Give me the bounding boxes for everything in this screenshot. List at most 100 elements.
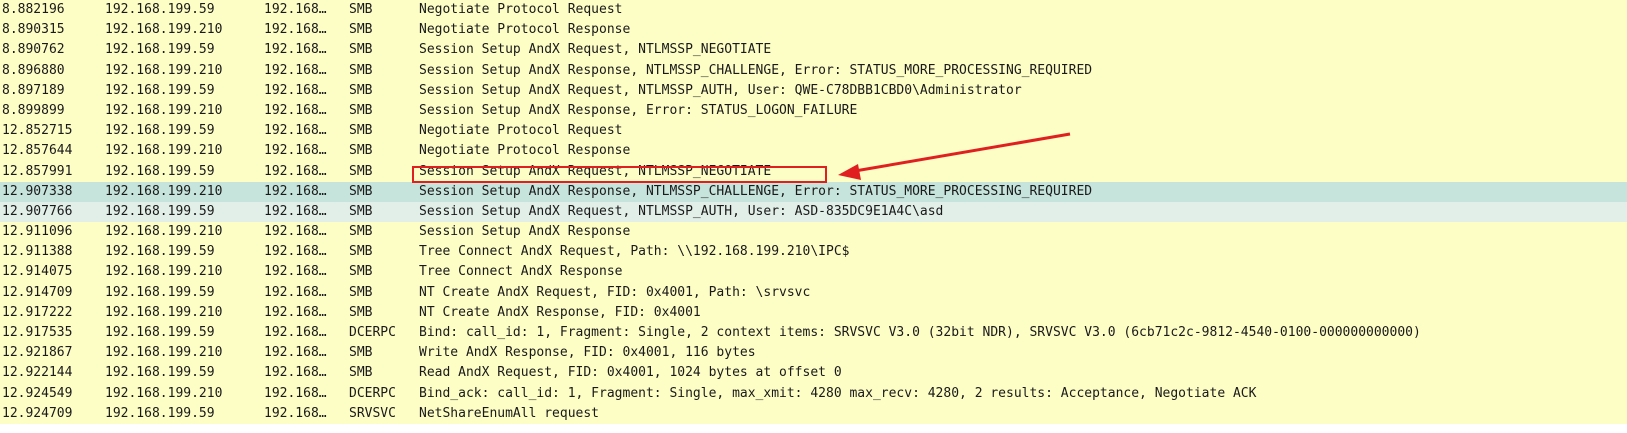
packet-info: Read AndX Request, FID: 0x4001, 1024 byt… — [419, 365, 842, 381]
packet-source: 192.168.199.59 — [105, 123, 215, 139]
packet-list: 8.882196 192.168.199.59 192.168… SMB Negotia… — [0, 0, 1627, 433]
packet-source: 192.168.199.59 — [105, 2, 215, 17]
packet-row[interactable]: 12.857991 192.168.199.59 192.168… SMB Sessio… — [0, 161, 1627, 182]
packet-row[interactable]: 12.907766 192.168.199.59 192.168… SMB Sessio… — [0, 201, 1627, 223]
packet-info: Session Setup AndX Response, NTLMSSP_CHA… — [419, 62, 1093, 78]
packet-time: 8.890762 — [2, 42, 65, 58]
packet-destination: 192.168… — [264, 203, 327, 219]
packet-info: Bind_ack: call_id: 1, Fragment: Single, … — [419, 385, 1257, 401]
packet-protocol: SMB — [349, 2, 373, 17]
packet-info: NT Create AndX Response, FID: 0x4001 — [419, 304, 701, 320]
packet-time: 8.882196 — [2, 2, 65, 17]
packet-row[interactable]: 8.890315 192.168.199.210 192.168… SMB Negoti… — [0, 20, 1627, 41]
packet-time: 8.899899 — [2, 102, 65, 118]
packet-protocol: SRVSVC — [349, 405, 396, 421]
packet-time: 12.911096 — [2, 224, 73, 240]
packet-row[interactable]: 12.924549 192.168.199.210 192.168… DCERPC Bi… — [0, 383, 1627, 404]
packet-row[interactable]: 12.852715 192.168.199.59 192.168… SMB Negoti… — [0, 121, 1627, 142]
packet-source: 192.168.199.59 — [105, 163, 215, 179]
packet-destination: 192.168… — [264, 304, 327, 320]
packet-row[interactable]: 8.882196 192.168.199.59 192.168… SMB Negotia… — [0, 0, 1627, 21]
packet-info: Negotiate Protocol Request — [419, 2, 623, 17]
packet-row[interactable]: 12.911096 192.168.199.210 192.168… SMB Sessi… — [0, 222, 1627, 243]
packet-row[interactable]: 8.897189 192.168.199.59 192.168… SMB Session… — [0, 80, 1627, 101]
packet-protocol: DCERPC — [349, 325, 396, 340]
packet-time: 12.852715 — [2, 123, 73, 139]
packet-protocol: SMB — [349, 345, 373, 361]
packet-info: Session Setup AndX Request, NTLMSSP_NEGO… — [419, 163, 772, 179]
packet-time: 12.917222 — [2, 304, 73, 320]
packet-source: 192.168.199.210 — [105, 102, 223, 118]
packet-row[interactable]: 12.907338 192.168.199.210 192.168… SMB Sessi… — [0, 181, 1627, 202]
packet-time: 8.896880 — [2, 62, 65, 78]
packet-row[interactable]: 12.914075 192.168.199.210 192.168… SMB Tree … — [0, 262, 1627, 283]
packet-info: Session Setup AndX Response, Error: STAT… — [419, 102, 858, 118]
packet-destination: 192.168… — [264, 365, 327, 381]
packet-time: 12.917535 — [2, 325, 73, 340]
packet-source: 192.168.199.210 — [105, 264, 223, 280]
packet-destination: 192.168… — [264, 42, 327, 58]
packet-protocol: SMB — [349, 224, 373, 240]
packet-info: Tree Connect AndX Request, Path: \\192.1… — [419, 244, 850, 260]
packet-protocol: SMB — [349, 365, 373, 381]
packet-row[interactable]: 12.857644 192.168.199.210 192.168… SMB Negot… — [0, 141, 1627, 162]
packet-info: Negotiate Protocol Response — [419, 22, 631, 38]
packet-source: 192.168.199.59 — [105, 244, 215, 260]
packet-row[interactable]: 8.899899 192.168.199.210 192.168… SMB Sessio… — [0, 100, 1627, 122]
packet-row[interactable]: 8.896880 192.168.199.210 192.168… SMB Sessio… — [0, 60, 1627, 81]
packet-time: 12.914709 — [2, 284, 73, 300]
packet-source: 192.168.199.210 — [105, 62, 223, 78]
packet-protocol: SMB — [349, 143, 373, 159]
packet-info: Negotiate Protocol Request — [419, 123, 623, 139]
packet-row[interactable]: 12.922144 192.168.199.59 192.168… SMB Read A… — [0, 363, 1627, 384]
packet-source: 192.168.199.210 — [105, 385, 223, 401]
packet-row[interactable]: 12.924709 192.168.199.59 192.168… SRVSVC Net… — [0, 403, 1627, 424]
packet-row[interactable]: 12.917535 192.168.199.59 192.168… DCERPC Bin… — [0, 323, 1627, 344]
packet-time: 12.857991 — [2, 163, 73, 179]
packet-source: 192.168.199.210 — [105, 345, 223, 361]
packet-info: Bind: call_id: 1, Fragment: Single, 2 co… — [419, 325, 1421, 340]
packet-row[interactable]: 12.917222 192.168.199.210 192.168… SMB NT Cr… — [0, 302, 1627, 323]
packet-info: Tree Connect AndX Response — [419, 264, 623, 280]
packet-destination: 192.168… — [264, 2, 327, 17]
packet-time: 8.890315 — [2, 22, 65, 38]
packet-destination: 192.168… — [264, 62, 327, 78]
packet-info: Session Setup AndX Request, NTLMSSP_AUTH… — [419, 203, 944, 219]
packet-time: 12.921867 — [2, 345, 73, 361]
packet-destination: 192.168… — [264, 244, 327, 260]
packet-time: 12.907766 — [2, 203, 73, 219]
packet-protocol: SMB — [349, 22, 373, 38]
packet-destination: 192.168… — [264, 284, 327, 300]
packet-time: 8.897189 — [2, 82, 65, 98]
packet-destination: 192.168… — [264, 325, 327, 340]
packet-destination: 192.168… — [264, 102, 327, 118]
packet-time: 12.924709 — [2, 405, 73, 421]
packet-time: 12.914075 — [2, 264, 73, 280]
packet-time: 12.911388 — [2, 244, 73, 260]
packet-protocol: SMB — [349, 102, 373, 118]
packet-destination: 192.168… — [264, 264, 327, 280]
packet-source: 192.168.199.210 — [105, 143, 223, 159]
packet-destination: 192.168… — [264, 345, 327, 361]
packet-source: 192.168.199.210 — [105, 183, 223, 199]
packet-protocol: SMB — [349, 82, 373, 98]
packet-destination: 192.168… — [264, 385, 327, 401]
packet-time: 12.907338 — [2, 183, 73, 199]
packet-row[interactable]: 12.911388 192.168.199.59 192.168… SMB Tree C… — [0, 242, 1627, 263]
packet-protocol: SMB — [349, 304, 373, 320]
packet-source: 192.168.199.59 — [105, 284, 215, 300]
packet-destination: 192.168… — [264, 123, 327, 139]
packet-destination: 192.168… — [264, 143, 327, 159]
packet-protocol: SMB — [349, 264, 373, 280]
packet-protocol: SMB — [349, 244, 373, 260]
packet-source: 192.168.199.59 — [105, 325, 215, 340]
packet-time: 12.924549 — [2, 385, 73, 401]
packet-row[interactable]: 12.921867 192.168.199.210 192.168… SMB Write… — [0, 343, 1627, 364]
packet-protocol: SMB — [349, 42, 373, 58]
packet-source: 192.168.199.59 — [105, 365, 215, 381]
packet-time: 12.857644 — [2, 143, 73, 159]
packet-source: 192.168.199.59 — [105, 405, 215, 421]
packet-row[interactable]: 8.890762 192.168.199.59 192.168… SMB Session… — [0, 40, 1627, 61]
packet-row[interactable]: 12.914709 192.168.199.59 192.168… SMB NT Cre… — [0, 282, 1627, 303]
packet-info: Session Setup AndX Request, NTLMSSP_NEGO… — [419, 42, 772, 58]
